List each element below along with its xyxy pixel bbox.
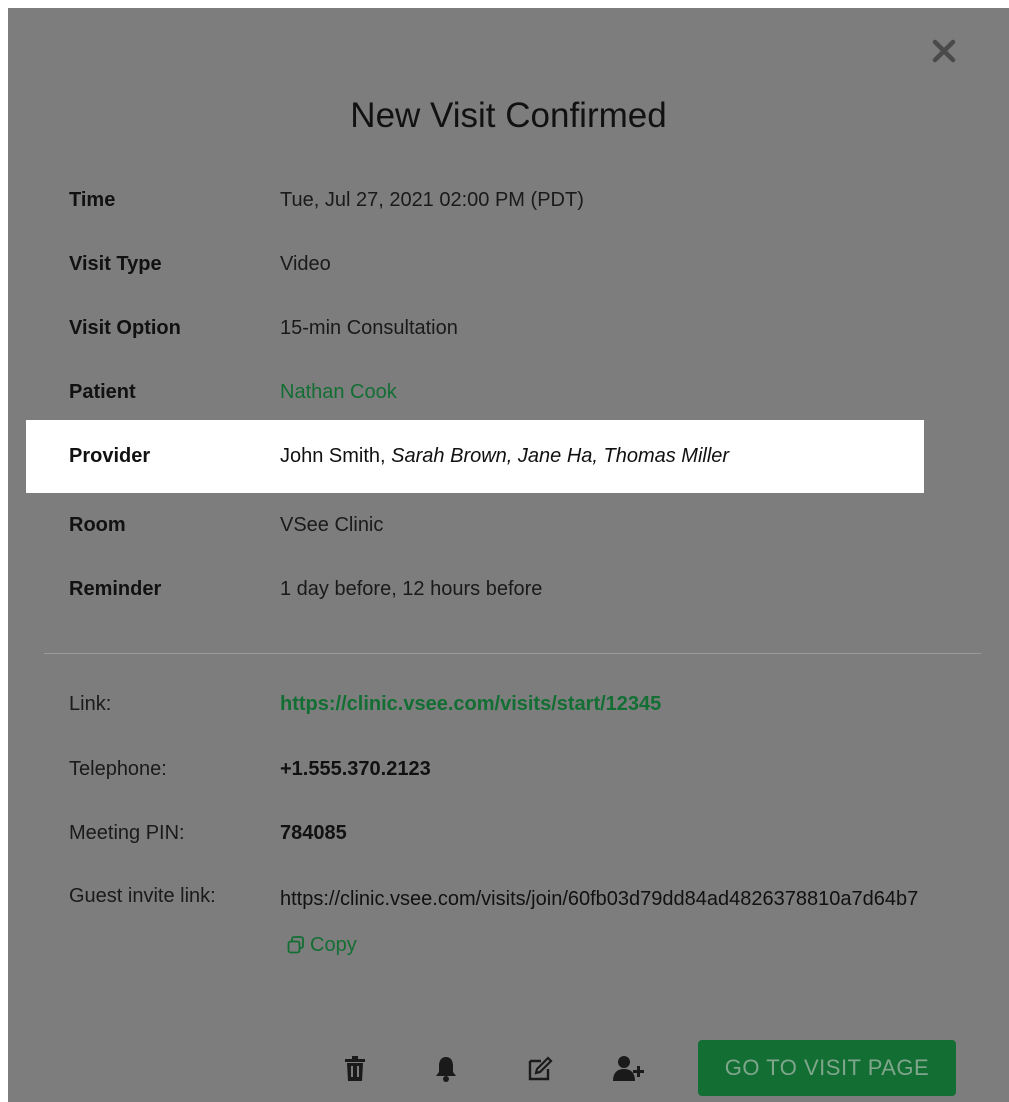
link-label: Link: [69,693,112,715]
visit-type-label: Visit Type [69,253,162,275]
dialog-title: New Visit Confirmed [350,96,667,135]
detail-row-reminder: Reminder 1 day before, 12 hours before [8,569,1009,609]
provider-row-highlight: Provider John Smith, Sarah Brown, Jane H… [26,420,924,493]
copy-label: Copy [310,934,357,956]
visit-option-value: 15-min Consultation [280,317,458,339]
room-label: Room [69,514,126,536]
telephone-value: +1.555.370.2123 [280,758,431,780]
detail-row-visit-option: Visit Option 15-min Consultation [8,308,1009,348]
copy-icon [287,936,304,954]
provider-others: Sarah Brown, Jane Ha, Thomas Miller [391,445,730,467]
provider-label: Provider [69,445,151,467]
info-row-meeting-pin: Meeting PIN: 784085 [8,813,1009,853]
guest-invite-value: https://clinic.vsee.com/visits/join/60fb… [280,876,980,972]
edit-icon[interactable] [523,1052,557,1086]
visit-confirmed-dialog: New Visit Confirmed Time Tue, Jul 27, 20… [8,8,1009,1102]
bell-icon[interactable] [429,1052,463,1086]
visit-start-link[interactable]: https://clinic.vsee.com/visits/start/123… [280,684,661,724]
reminder-label: Reminder [69,578,162,600]
time-label: Time [69,189,116,211]
close-icon[interactable] [929,36,959,66]
visit-option-label: Visit Option [69,317,181,339]
detail-row-time: Time Tue, Jul 27, 2021 02:00 PM (PDT) [8,180,1009,220]
meeting-pin-value: 784085 [280,822,347,844]
add-user-icon[interactable] [612,1052,646,1086]
detail-row-room: Room VSee Clinic [8,505,1009,545]
room-value: VSee Clinic [280,514,384,536]
info-row-guest-invite: Guest invite link: https://clinic.vsee.c… [8,876,1009,956]
patient-link[interactable]: Nathan Cook [280,372,397,412]
detail-row-patient: Patient Nathan Cook [8,372,1009,412]
info-row-telephone: Telephone: +1.555.370.2123 [8,749,1009,789]
provider-value: John Smith, Sarah Brown, Jane Ha, Thomas… [280,436,729,476]
reminder-value: 1 day before, 12 hours before [280,578,543,600]
detail-row-visit-type: Visit Type Video [8,244,1009,284]
dialog-footer: GO TO VISIT PAGE [8,1038,1009,1098]
patient-label: Patient [69,381,136,403]
section-divider [44,653,981,654]
meeting-pin-label: Meeting PIN: [69,822,185,844]
guest-invite-label: Guest invite link: [69,885,216,907]
time-value: Tue, Jul 27, 2021 02:00 PM (PDT) [280,189,584,211]
copy-button[interactable]: Copy [286,922,357,968]
go-to-visit-page-button[interactable]: GO TO VISIT PAGE [698,1040,956,1096]
info-row-link: Link: https://clinic.vsee.com/visits/sta… [8,684,1009,724]
visit-type-value: Video [280,253,331,275]
telephone-label: Telephone: [69,758,167,780]
provider-primary: John Smith, [280,445,386,467]
trash-icon[interactable] [338,1052,372,1086]
guest-invite-url: https://clinic.vsee.com/visits/join/60fb… [280,888,919,910]
